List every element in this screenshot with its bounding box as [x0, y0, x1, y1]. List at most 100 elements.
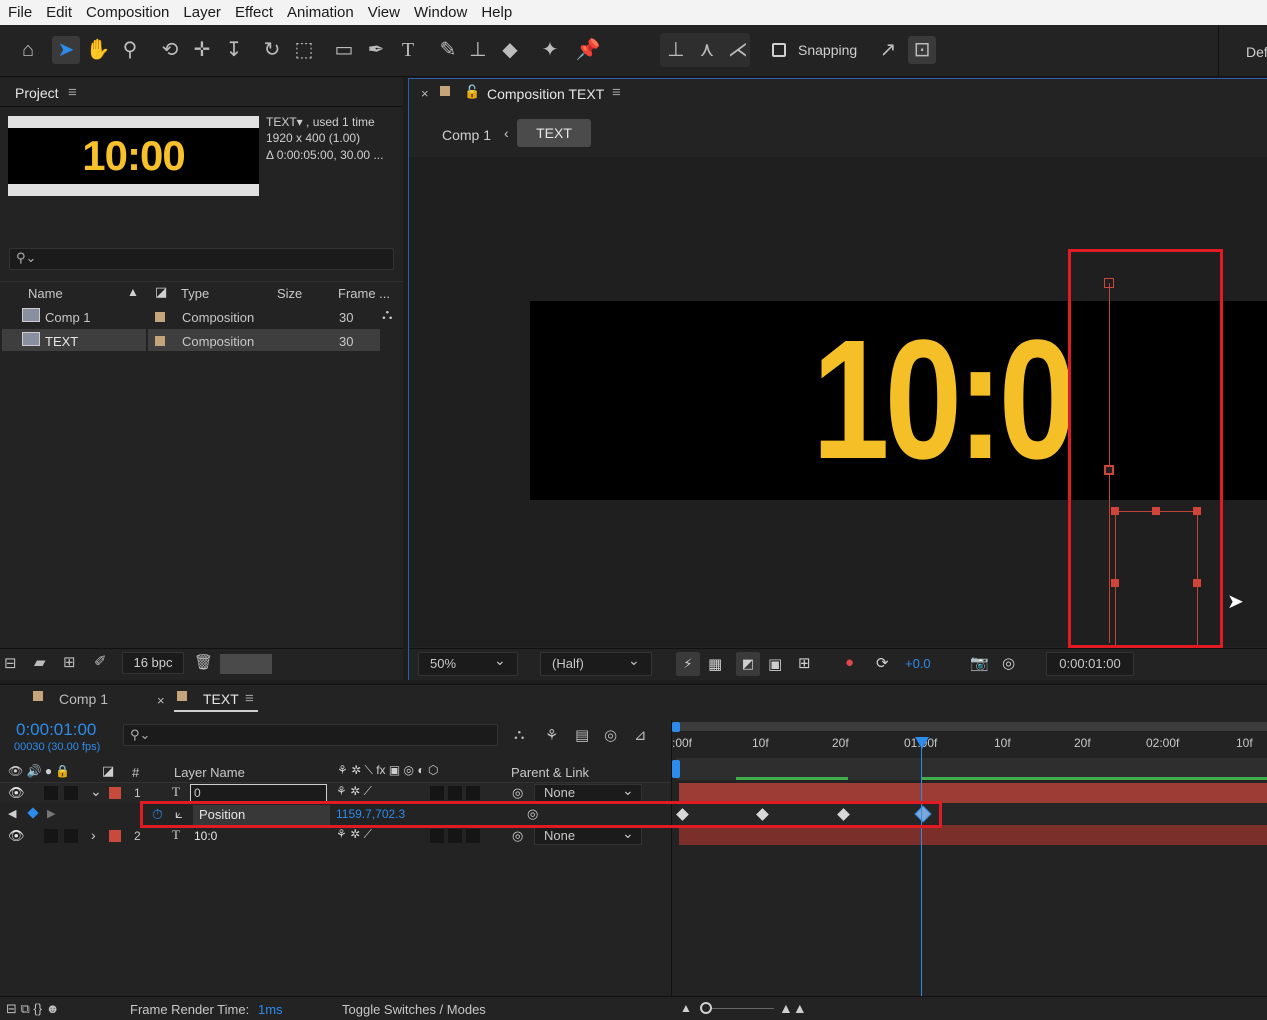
layer-name[interactable]: 10:0 — [194, 829, 217, 843]
view-axis-icon[interactable]: ⋌ — [724, 36, 752, 64]
solo-toggle[interactable] — [44, 829, 58, 843]
orbit-camera-icon[interactable]: ⟲ — [156, 36, 184, 64]
next-keyframe-icon[interactable]: ▶ — [47, 807, 55, 820]
type-tool-icon[interactable]: T — [394, 36, 422, 64]
eraser-tool-icon[interactable]: ◆ — [496, 36, 524, 64]
zoom-slider-track[interactable] — [712, 1008, 774, 1009]
switch-box[interactable] — [466, 829, 480, 843]
chevron-down-icon[interactable]: ⌄ — [90, 783, 102, 800]
clone-stamp-icon[interactable]: ⊥ — [464, 36, 492, 64]
layer-1-bar[interactable] — [679, 783, 1267, 803]
bit-depth-button[interactable]: 16 bpc — [122, 652, 184, 674]
transparency-grid-icon[interactable]: ▦ — [708, 655, 722, 673]
sort-up-icon[interactable]: ▲ — [127, 285, 139, 299]
layer-label-red[interactable] — [109, 787, 121, 799]
breadcrumb-current[interactable]: TEXT — [517, 119, 591, 147]
work-area-start[interactable] — [672, 722, 680, 732]
playhead-handle[interactable] — [915, 737, 929, 749]
project-row-name[interactable]: TEXT — [45, 334, 78, 349]
menu-help[interactable]: Help — [481, 4, 512, 21]
composition-menu-icon[interactable]: ≡ — [612, 84, 621, 101]
interpret-footage-icon[interactable]: ⊟ — [4, 654, 17, 672]
workspace-label[interactable]: Def — [1246, 44, 1267, 60]
brush-tool-icon[interactable]: ✎ — [434, 36, 462, 64]
new-folder-icon[interactable]: ▰ — [34, 653, 46, 671]
timeline-timecode[interactable]: 0:00:01:00 — [16, 720, 96, 740]
mask-visibility-icon[interactable]: ◩ — [736, 652, 760, 676]
rectangle-tool-icon[interactable]: ▭ — [330, 36, 358, 64]
solo-toggle[interactable] — [44, 786, 58, 800]
switch-box[interactable] — [466, 786, 480, 800]
lock-icon[interactable]: 🔓 — [464, 84, 480, 100]
motion-blur-icon[interactable]: ◎ — [604, 726, 617, 744]
switch-box[interactable] — [430, 829, 444, 843]
breadcrumb-parent[interactable]: Comp 1 — [442, 127, 491, 143]
current-time-field[interactable]: 0:00:01:00 — [1046, 652, 1134, 676]
label-tag-icon[interactable]: ◪ — [102, 763, 114, 779]
layer-2-bar[interactable] — [679, 825, 1267, 845]
menu-animation[interactable]: Animation — [287, 4, 354, 21]
flowchart-icon[interactable]: ⛬ — [382, 306, 393, 323]
layer-switches[interactable]: ⚘ ✲ ⟋ — [336, 827, 372, 842]
roto-brush-icon[interactable]: ✦ — [536, 36, 564, 64]
new-composition-icon[interactable]: ⊞ — [63, 653, 76, 671]
dolly-camera-icon[interactable]: ↧ — [220, 36, 248, 64]
project-menu-icon[interactable]: ≡ — [68, 84, 77, 101]
project-search-input[interactable] — [9, 248, 394, 270]
col-size[interactable]: Size — [277, 286, 302, 301]
switch-box[interactable] — [448, 786, 462, 800]
snap-edges-icon[interactable]: ↗ — [874, 36, 902, 64]
label-tag-icon[interactable]: ◪ — [155, 284, 167, 300]
puppet-pin-icon[interactable]: 📌 — [574, 36, 602, 64]
local-axis-icon[interactable]: ⊥ — [662, 36, 690, 64]
eye-icon[interactable]: 👁 — [8, 828, 25, 844]
menu-edit[interactable]: Edit — [46, 4, 72, 21]
chevron-right-icon[interactable]: › — [91, 827, 96, 843]
footer-toggle-icons[interactable]: ⊟ ⧉ {} ☻ — [6, 1001, 59, 1017]
layer-switches[interactable]: ⚘ ✲ ⟋ — [336, 784, 372, 799]
comp-flowchart-icon[interactable]: ⛬ — [514, 726, 525, 743]
pan-behind-icon[interactable]: ⬚ — [290, 36, 318, 64]
timeline-tab-text[interactable]: TEXT — [203, 691, 239, 707]
pickwhip-icon[interactable]: ◎ — [512, 828, 523, 844]
menu-file[interactable]: File — [8, 4, 32, 21]
col-parent-link[interactable]: Parent & Link — [511, 765, 589, 780]
zoom-tool-icon[interactable]: ⚲ — [116, 36, 144, 64]
col-layer-name[interactable]: Layer Name — [174, 765, 245, 780]
world-axis-icon[interactable]: ⋏ — [693, 36, 721, 64]
prev-keyframe-icon[interactable]: ◀ — [8, 807, 16, 820]
lock-toggle[interactable] — [64, 829, 78, 843]
pen-tool-icon[interactable]: ✒ — [362, 36, 390, 64]
show-snapshot-icon[interactable]: ◎ — [1002, 654, 1015, 672]
channels-icon[interactable]: ● — [845, 654, 854, 671]
menu-effect[interactable]: Effect — [235, 4, 273, 21]
zoom-out-icon[interactable]: ▲ — [680, 1001, 692, 1015]
pan-camera-icon[interactable]: ✛ — [188, 36, 216, 64]
zoom-slider-thumb[interactable] — [700, 1002, 712, 1014]
home-icon[interactable]: ⌂ — [14, 36, 42, 64]
project-row-name[interactable]: Comp 1 — [45, 310, 91, 325]
hand-tool-icon[interactable]: ✋ — [84, 36, 112, 64]
switch-box[interactable] — [448, 829, 462, 843]
color-swatch[interactable] — [220, 654, 272, 674]
grid-guides-icon[interactable]: ⊞ — [798, 654, 811, 672]
close-icon[interactable]: × — [157, 693, 165, 708]
composition-tab[interactable]: Composition TEXT — [487, 86, 604, 102]
trash-icon[interactable]: 🗑 — [194, 653, 213, 671]
frame-blending-icon[interactable]: ▤ — [575, 726, 589, 744]
toggle-switches-modes[interactable]: Toggle Switches / Modes — [342, 1002, 486, 1017]
work-area-bar[interactable] — [676, 722, 1267, 731]
col-name[interactable]: Name — [28, 286, 63, 301]
menu-layer[interactable]: Layer — [183, 4, 221, 21]
snapshot-icon[interactable]: 📷 — [970, 654, 989, 672]
region-of-interest-icon[interactable]: ▣ — [768, 655, 782, 673]
rotation-tool-icon[interactable]: ↻ — [258, 36, 286, 64]
snapping-checkbox[interactable] — [772, 43, 786, 57]
selection-tool-icon[interactable]: ➤ — [52, 36, 80, 64]
snap-features-icon[interactable]: ⊡ — [908, 36, 936, 64]
col-frame[interactable]: Frame ... — [338, 286, 390, 301]
pickwhip-icon[interactable]: ◎ — [512, 785, 523, 801]
reset-exposure-icon[interactable]: ⟳ — [876, 654, 889, 672]
col-type[interactable]: Type — [181, 286, 209, 301]
lock-toggle[interactable] — [64, 786, 78, 800]
